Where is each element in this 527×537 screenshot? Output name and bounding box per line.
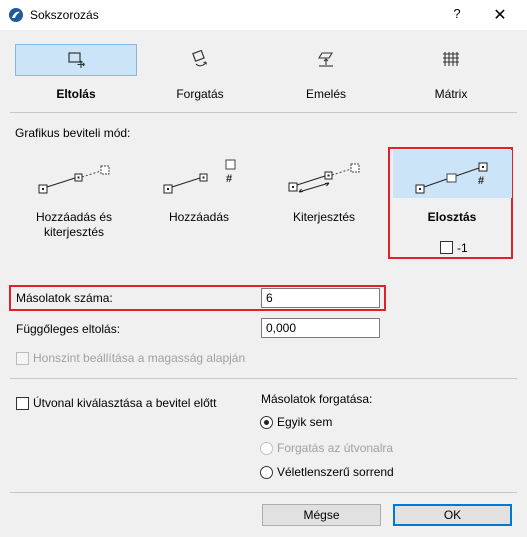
copies-label: Másolatok száma: [16,291,113,305]
ok-button[interactable]: OK [393,504,512,526]
rotate-icon [192,50,207,67]
add-icon: # [163,159,236,194]
help-button[interactable]: ? [448,6,466,24]
distribute-minus-one-label: -1 [457,241,468,255]
move-icon [68,52,85,68]
mode-add-label: Hozzáadás [168,210,230,224]
radio-rotate-to-path-label: Forgatás az útvonalra [277,441,394,455]
radio-none-label: Egyik sem [277,415,333,429]
select-path-checkbox[interactable] [16,397,29,410]
radio-random-order-label: Véletlenszerű sorrend [277,465,394,479]
story-by-elevation-label: Honszint beállítása a magasság alapján [33,351,246,365]
tab-elevate[interactable]: Emelés [265,44,387,102]
mode-add-extend-label: Hozzáadás és kiterjesztés [35,210,113,239]
radio-random-order[interactable] [260,466,273,479]
hash-mark: # [226,173,232,185]
elevate-icon [318,52,333,67]
tab-move[interactable]: Eltolás [15,44,137,102]
tab-matrix-label: Mátrix [434,87,468,101]
mode-extend[interactable]: Kiterjesztés [265,148,383,258]
distribute-icon: # [415,162,488,194]
distribute-minus-one-checkbox[interactable] [440,241,453,254]
copies-input[interactable] [261,288,380,308]
mode-extend-label: Kiterjesztés [292,210,356,224]
select-path-label: Útvonal kiválasztása a bevitel előtt [33,396,217,410]
hash-mark: # [478,175,484,187]
tab-rotate-label: Forgatás [176,87,224,101]
vertical-offset-label: Függőleges eltolás: [16,322,121,336]
tab-move-label: Eltolás [56,87,96,101]
mode-add[interactable]: # Hozzáadás [140,148,258,258]
story-by-elevation-checkbox[interactable] [16,352,29,365]
tab-rotate[interactable]: Forgatás [139,44,261,102]
mode-distribute-label: Elosztás [427,210,477,224]
radio-none[interactable] [260,416,273,429]
mode-add-extend[interactable]: Hozzáadás és kiterjesztés [15,148,133,258]
divider [10,112,517,113]
tab-move-highlight [15,44,137,76]
matrix-icon [443,52,459,66]
title-bar: Sokszorozás ? ✕ [0,0,527,30]
tab-elevate-label: Emelés [305,87,346,101]
divider [10,378,517,379]
rotation-label: Másolatok forgatása: [261,392,373,406]
add-extend-icon [38,165,110,194]
cancel-button[interactable]: Mégse [262,504,381,526]
divider [10,492,517,493]
window-title: Sokszorozás [30,8,99,22]
vertical-offset-input[interactable] [261,318,380,338]
app-icon [9,8,23,22]
close-button[interactable]: ✕ [490,5,510,25]
tab-matrix[interactable]: Mátrix [390,44,512,102]
input-mode-label: Grafikus beviteli mód: [15,126,131,140]
radio-rotate-to-path[interactable] [260,442,273,455]
extend-icon [288,163,360,193]
